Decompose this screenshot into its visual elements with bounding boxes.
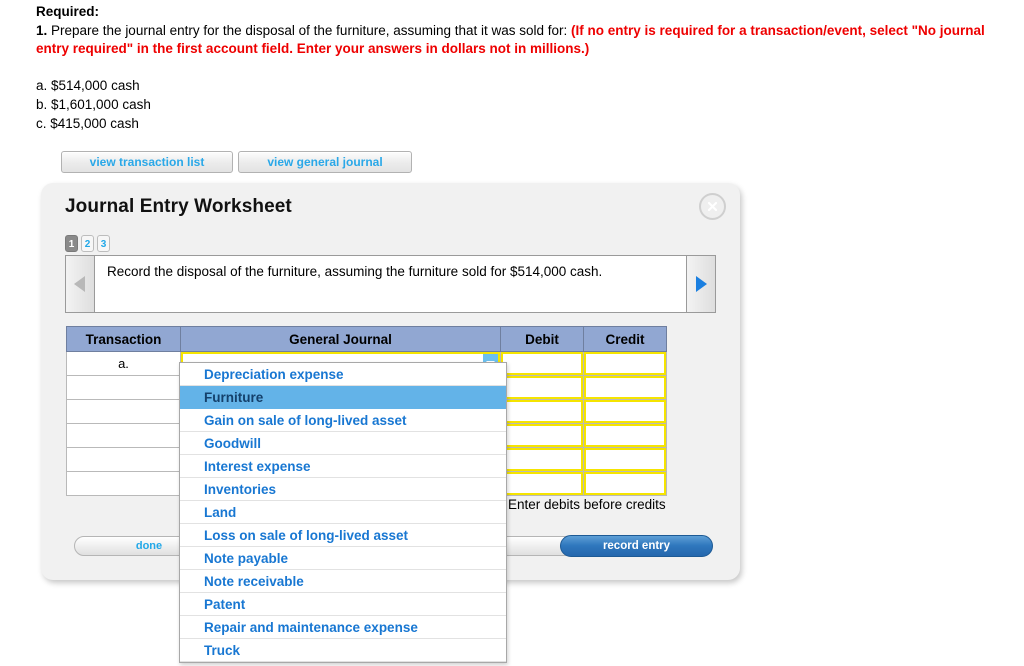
column-header-transaction: Transaction <box>66 326 181 352</box>
credit-input[interactable] <box>584 400 666 423</box>
dropdown-item-note-payable[interactable]: Note payable <box>180 547 506 570</box>
panel-title: Journal Entry Worksheet <box>65 196 292 217</box>
cell-transaction <box>66 375 181 400</box>
option-b: b. $1,601,000 cash <box>36 97 151 113</box>
debit-input[interactable] <box>501 472 583 495</box>
cell-credit <box>583 375 667 400</box>
cell-debit <box>500 447 584 472</box>
question-options: a. $514,000 cash b. $1,601,000 cash c. $… <box>36 76 1021 133</box>
cell-credit <box>583 423 667 448</box>
step-badges: 1 2 3 <box>65 235 110 252</box>
debit-input[interactable] <box>501 448 583 471</box>
column-header-general-journal: General Journal <box>180 326 501 352</box>
required-label: Required: <box>36 4 100 19</box>
step-badge-1[interactable]: 1 <box>65 235 78 252</box>
cell-debit <box>500 471 584 496</box>
cell-transaction <box>66 423 181 448</box>
record-entry-button[interactable]: record entry <box>560 535 713 557</box>
triangle-left-icon[interactable] <box>66 256 95 312</box>
cell-transaction <box>66 447 181 472</box>
dropdown-item-land[interactable]: Land <box>180 501 506 524</box>
debit-input[interactable] <box>501 400 583 423</box>
dropdown-item-patent[interactable]: Patent <box>180 593 506 616</box>
credit-input[interactable] <box>584 448 666 471</box>
cell-transaction <box>66 399 181 424</box>
dropdown-item-furniture[interactable]: Furniture <box>180 386 506 409</box>
table-header-row: Transaction General Journal Debit Credit <box>66 326 667 352</box>
cell-credit <box>583 447 667 472</box>
debit-input[interactable] <box>501 376 583 399</box>
question-prompt: 1. Prepare the journal entry for the dis… <box>36 22 1021 58</box>
step-badge-2[interactable]: 2 <box>81 235 94 252</box>
cell-debit <box>500 351 584 376</box>
cell-transaction: a. <box>66 351 181 376</box>
column-header-debit: Debit <box>500 326 584 352</box>
option-c: c. $415,000 cash <box>36 116 139 132</box>
cell-credit <box>583 399 667 424</box>
debit-input[interactable] <box>501 424 583 447</box>
dropdown-item-gain-on-sale-of-long-lived-asset[interactable]: Gain on sale of long-lived asset <box>180 409 506 432</box>
cell-transaction <box>66 471 181 496</box>
view-general-journal-button[interactable]: view general journal <box>238 151 412 173</box>
dropdown-item-goodwill[interactable]: Goodwill <box>180 432 506 455</box>
question-prompt-text: Prepare the journal entry for the dispos… <box>47 22 572 38</box>
close-icon[interactable] <box>699 193 726 220</box>
triangle-right-icon[interactable] <box>686 256 715 312</box>
option-a: a. $514,000 cash <box>36 77 140 93</box>
dropdown-item-inventories[interactable]: Inventories <box>180 478 506 501</box>
column-header-credit: Credit <box>583 326 667 352</box>
dropdown-item-note-receivable[interactable]: Note receivable <box>180 570 506 593</box>
cell-credit <box>583 471 667 496</box>
dropdown-item-loss-on-sale-of-long-lived-asset[interactable]: Loss on sale of long-lived asset <box>180 524 506 547</box>
cell-debit <box>500 399 584 424</box>
account-dropdown-list[interactable]: Depreciation expense Furniture Gain on s… <box>179 362 507 663</box>
cell-credit <box>583 351 667 376</box>
credit-input[interactable] <box>584 424 666 447</box>
question-navigator: Record the disposal of the furniture, as… <box>65 255 716 313</box>
view-transaction-list-button[interactable]: view transaction list <box>61 151 233 173</box>
dropdown-item-interest-expense[interactable]: Interest expense <box>180 455 506 478</box>
debit-input[interactable] <box>501 352 583 375</box>
dropdown-item-repair-and-maintenance-expense[interactable]: Repair and maintenance expense <box>180 616 506 639</box>
question-block: Required: 1. Prepare the journal entry f… <box>36 3 1021 133</box>
credit-input[interactable] <box>584 352 666 375</box>
question-navigator-text: Record the disposal of the furniture, as… <box>107 264 603 279</box>
cell-debit <box>500 375 584 400</box>
credit-input[interactable] <box>584 472 666 495</box>
question-number: 1. <box>36 22 48 38</box>
view-buttons-group: view transaction list view general journ… <box>61 151 412 173</box>
screen-root: Required: 1. Prepare the journal entry f… <box>0 0 1024 666</box>
dropdown-item-depreciation-expense[interactable]: Depreciation expense <box>180 363 506 386</box>
cell-debit <box>500 423 584 448</box>
credit-input[interactable] <box>584 376 666 399</box>
dropdown-item-truck[interactable]: Truck <box>180 639 506 662</box>
debits-before-credits-hint: Enter debits before credits <box>508 497 666 512</box>
step-badge-3[interactable]: 3 <box>97 235 110 252</box>
